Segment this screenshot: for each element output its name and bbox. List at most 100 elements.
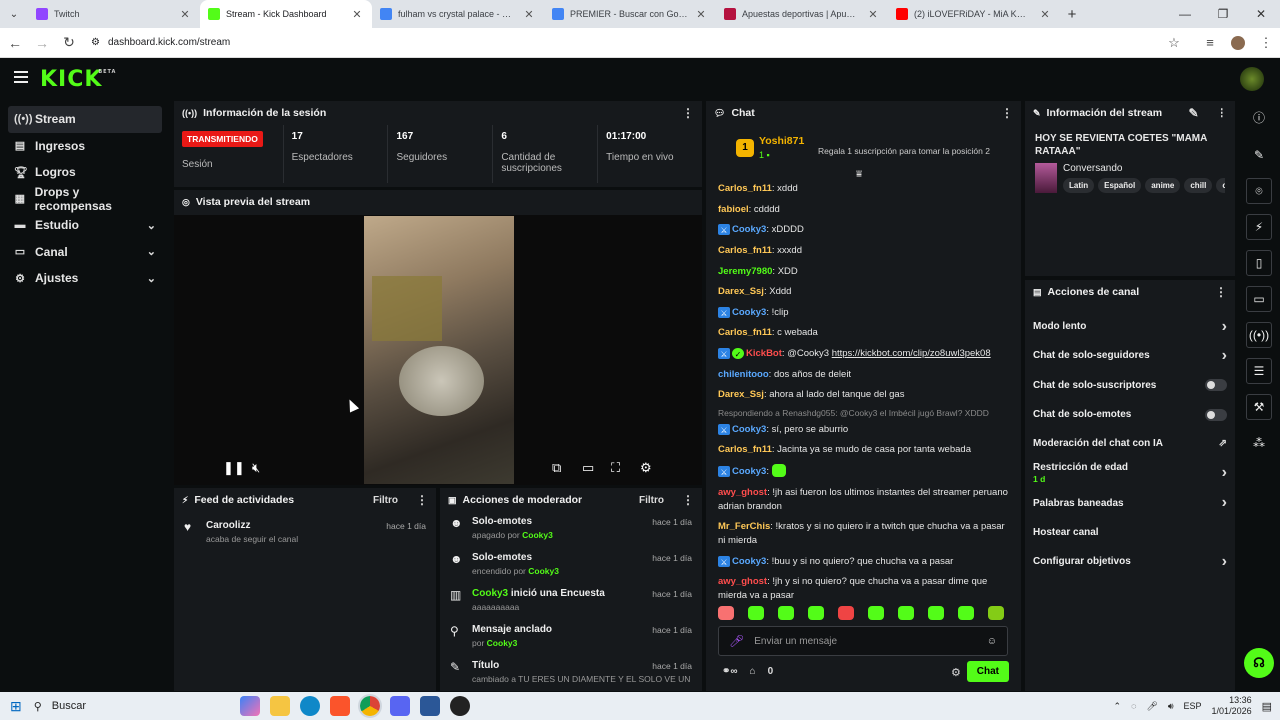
- clock[interactable]: 13:36 1/01/2026: [1212, 695, 1252, 717]
- channel-action-9[interactable]: Configurar objetivos ›: [1025, 547, 1235, 576]
- url-field[interactable]: ⚙ dashboard.kick.com/stream: [91, 37, 1160, 48]
- close-tab-icon[interactable]: ✕: [866, 8, 880, 21]
- mod-filter-button[interactable]: Filtro: [639, 495, 664, 506]
- close-tab-icon[interactable]: ✕: [1038, 8, 1052, 21]
- quick-emote-icon[interactable]: [778, 606, 794, 620]
- sidebar-item-estudio[interactable]: ▬ Estudio ⌄: [8, 212, 162, 239]
- wrench-icon[interactable]: ⚒: [1246, 394, 1272, 420]
- lightning-icon[interactable]: ⚡︎: [1246, 214, 1272, 240]
- reading-list-icon[interactable]: ≡: [1196, 35, 1224, 50]
- chat-username[interactable]: Darex_Ssj: [718, 389, 764, 400]
- tray-overflow-icon[interactable]: ⌃: [1114, 701, 1122, 712]
- chrome-icon[interactable]: [357, 694, 382, 718]
- file-explorer-icon[interactable]: [269, 696, 290, 716]
- new-tab-button[interactable]: +: [1060, 0, 1084, 28]
- quick-emote-icon[interactable]: [718, 606, 734, 620]
- browser-tab[interactable]: Twitch ✕: [28, 0, 200, 28]
- stream-tag[interactable]: chill: [1184, 178, 1213, 193]
- chat-username[interactable]: awy_ghost: [718, 576, 767, 587]
- sidebar-item-drops[interactable]: ▦ Drops y recompensas: [8, 185, 162, 213]
- chat-username[interactable]: Cooky3: [732, 224, 766, 235]
- browser-menu-icon[interactable]: ⋮: [1252, 35, 1280, 51]
- category-thumbnail[interactable]: [1035, 163, 1057, 193]
- add-widget-icon[interactable]: ⁂: [1246, 430, 1272, 456]
- hamburger-menu-icon[interactable]: [14, 71, 28, 83]
- edit-pencil-icon[interactable]: ✎: [1188, 106, 1198, 120]
- sidebar-item-stream[interactable]: ((•)) Stream: [8, 106, 162, 133]
- camera-icon[interactable]: ⌾: [1246, 178, 1272, 204]
- toggle-switch[interactable]: [1205, 408, 1227, 421]
- chat-scroll-icon[interactable]: ⩸: [856, 169, 862, 180]
- sidebar-item-logros[interactable]: 🏆︎ Logros: [8, 159, 162, 186]
- fullscreen-button[interactable]: ⛶: [611, 460, 620, 476]
- channel-action-7[interactable]: Palabras baneadas ›: [1025, 488, 1235, 517]
- chat-username[interactable]: Cooky3: [732, 466, 766, 477]
- chat-username[interactable]: Carlos_fn11: [718, 444, 772, 455]
- more-options-icon[interactable]: ⋮: [416, 493, 428, 507]
- gift-icon[interactable]: ⌂: [750, 666, 756, 677]
- chat-username[interactable]: KickBot: [746, 348, 782, 359]
- tab-search-icon[interactable]: ⌄: [0, 0, 28, 28]
- chat-bubble-icon[interactable]: ▭: [1246, 286, 1272, 312]
- browser-tab[interactable]: (2) iLOVEFRiDAY - MiA KHALiFA ✕: [888, 0, 1060, 28]
- toggle-switch[interactable]: [1205, 379, 1227, 392]
- mod-action-user[interactable]: Cooky3: [522, 530, 553, 540]
- top-gifter-username[interactable]: Yoshi871: [759, 135, 804, 147]
- edit-icon[interactable]: ✎: [1246, 142, 1272, 168]
- broadcast-icon[interactable]: ((•)): [1246, 322, 1272, 348]
- category-name[interactable]: Conversando: [1063, 163, 1225, 174]
- sidebar-item-canal[interactable]: ▭ Canal ⌄: [8, 239, 162, 266]
- browser-tab[interactable]: fulham vs crystal palace - Busca ✕: [372, 0, 544, 28]
- maximize-button[interactable]: ❐: [1204, 0, 1242, 28]
- browser-tab[interactable]: Apuestas deportivas | Apuestas ✕: [716, 0, 888, 28]
- channel-action-3[interactable]: Chat de solo-suscriptores: [1025, 371, 1235, 400]
- channel-action-8[interactable]: Hostear canal: [1025, 518, 1235, 547]
- copilot-app-icon[interactable]: [239, 696, 260, 716]
- start-button-icon[interactable]: ⊞: [10, 698, 22, 715]
- stream-video-player[interactable]: ❚❚ 🔇︎ ⧉ ▭ ⛶ ⚙: [174, 215, 702, 485]
- chat-username[interactable]: Jeremy7980: [718, 266, 772, 277]
- activity-username[interactable]: Caroolizz: [206, 520, 298, 531]
- store-icon[interactable]: [419, 696, 440, 716]
- quick-emote-icon[interactable]: [988, 606, 1004, 620]
- chat-username[interactable]: Cooky3: [732, 556, 766, 567]
- stream-tag[interactable]: Español: [1098, 178, 1142, 193]
- channel-action-1[interactable]: Modo lento ›: [1025, 312, 1235, 341]
- close-tab-icon[interactable]: ✕: [350, 8, 364, 21]
- minimize-button[interactable]: —: [1166, 0, 1204, 28]
- reload-button[interactable]: ↻: [57, 31, 81, 55]
- site-info-icon[interactable]: ⚙: [91, 37, 100, 48]
- close-tab-icon[interactable]: ✕: [694, 8, 708, 21]
- chat-username[interactable]: Mr_FerChis: [718, 521, 770, 532]
- pause-button[interactable]: ❚❚: [223, 460, 245, 476]
- document-icon[interactable]: ▯: [1246, 250, 1272, 276]
- obs-icon[interactable]: [449, 696, 470, 716]
- kick-logo[interactable]: KICK BETA: [40, 67, 115, 92]
- stream-tag-overflow[interactable]: c: [1216, 178, 1225, 193]
- microphone-icon[interactable]: 🎤︎: [1146, 701, 1157, 712]
- support-chat-button[interactable]: ☊: [1244, 648, 1274, 678]
- video-settings-gear-icon[interactable]: ⚙: [640, 460, 652, 476]
- more-options-icon[interactable]: ⋮: [682, 106, 694, 120]
- notifications-icon[interactable]: ▤: [1262, 700, 1272, 713]
- chat-username[interactable]: awy_ghost: [718, 487, 767, 498]
- discord-icon[interactable]: [389, 696, 410, 716]
- channel-action-2[interactable]: Chat de solo-seguidores ›: [1025, 341, 1235, 370]
- activity-filter-button[interactable]: Filtro: [373, 495, 398, 506]
- back-button[interactable]: ←: [3, 31, 27, 55]
- chat-username[interactable]: Carlos_fn11: [718, 327, 772, 338]
- theater-mode-button[interactable]: ▭: [582, 460, 594, 476]
- more-options-icon[interactable]: ⋮: [682, 493, 694, 507]
- quick-emote-icon[interactable]: [748, 606, 764, 620]
- close-tab-icon[interactable]: ✕: [178, 8, 192, 21]
- quick-emote-icon[interactable]: [898, 606, 914, 620]
- mute-button[interactable]: 🔇︎: [252, 460, 260, 476]
- channel-action-5[interactable]: Moderación del chat con IA ⇗: [1025, 429, 1235, 458]
- stream-tag[interactable]: anime: [1145, 178, 1181, 193]
- bookmark-star-icon[interactable]: ☆: [1160, 35, 1188, 51]
- emoji-picker-icon[interactable]: ☺: [987, 636, 997, 647]
- sidebar-item-ingresos[interactable]: ▤ Ingresos: [8, 133, 162, 160]
- more-options-icon[interactable]: ⋮: [1217, 107, 1228, 119]
- mod-action-user[interactable]: Cooky3: [472, 588, 508, 599]
- user-avatar[interactable]: [1240, 67, 1264, 91]
